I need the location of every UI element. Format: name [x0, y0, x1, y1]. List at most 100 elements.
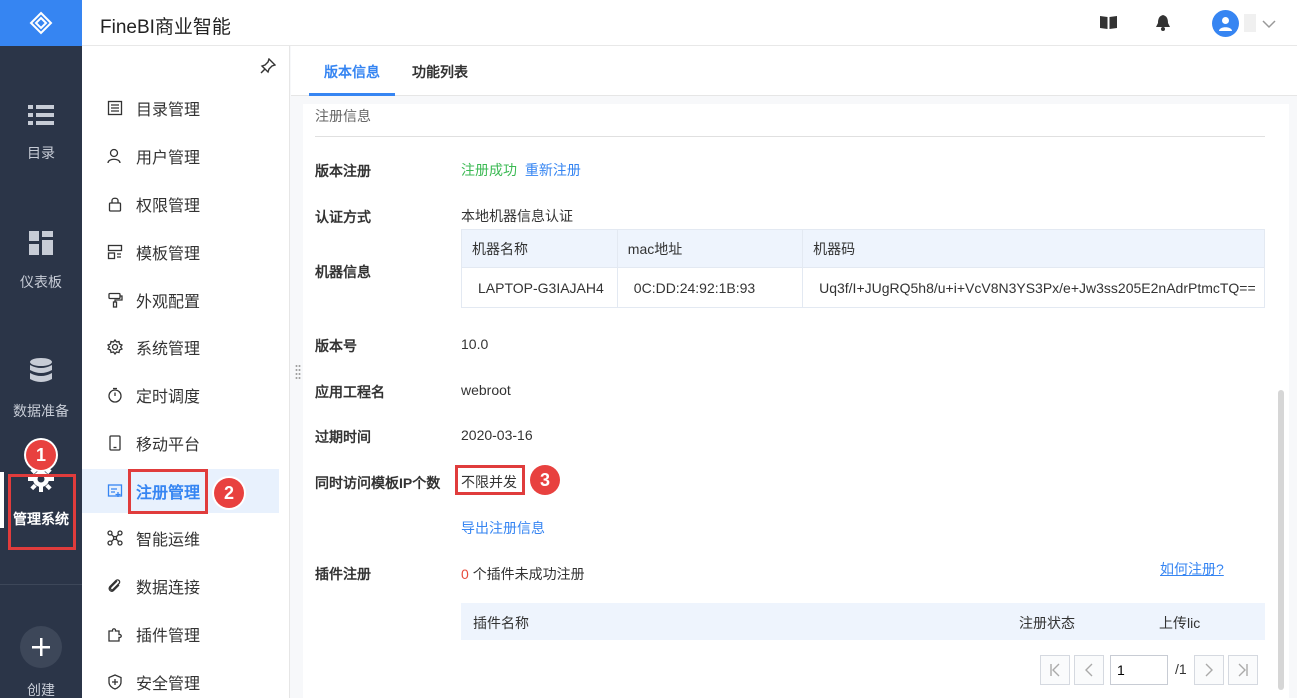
concurrent-label: 同时访问模板IP个数	[315, 475, 441, 491]
prev-page-button[interactable]	[1074, 655, 1104, 685]
create-label: 创建	[27, 682, 55, 698]
mac-address-cell: 0C:DD:24:92:1B:93	[616, 267, 804, 308]
chevron-down-icon[interactable]	[1262, 16, 1276, 32]
step-badge-3: 3	[530, 465, 560, 495]
first-page-icon	[1050, 663, 1060, 677]
chevron-left-icon	[1085, 663, 1093, 677]
reg-status-text: 注册成功	[461, 162, 517, 178]
sidebar-item-schedule[interactable]: 定时调度	[82, 373, 279, 417]
sidebar-item-label: 插件管理	[136, 628, 201, 645]
version-no-label: 版本号	[315, 338, 357, 354]
plugin-fail-count: 0	[461, 566, 469, 582]
settings-icon	[106, 338, 124, 356]
reregister-link[interactable]: 重新注册	[525, 162, 581, 178]
rail-item-label: 数据准备	[13, 402, 69, 419]
sidebar-item-system-mgmt[interactable]: 系统管理	[82, 325, 279, 369]
step-badge-1: 1	[26, 440, 56, 470]
sidebar-item-permission-mgmt[interactable]: 权限管理	[82, 182, 279, 226]
first-page-button[interactable]	[1040, 655, 1070, 685]
mobile-icon	[106, 434, 124, 452]
database-icon	[29, 357, 53, 387]
auth-method-value: 本地机器信息认证	[461, 208, 573, 224]
user-icon	[106, 147, 124, 165]
expire-value: 2020-03-16	[461, 427, 533, 443]
highlight-box-registration	[128, 469, 208, 514]
tab-version-info[interactable]: 版本信息	[309, 46, 395, 96]
auth-method-label: 认证方式	[315, 209, 371, 225]
rail-item-data-prep[interactable]: 数据准备	[0, 334, 82, 444]
sidebar-item-template-mgmt[interactable]: 模板管理	[82, 230, 279, 274]
machine-name-cell: LAPTOP-G3IAJAH4	[461, 267, 618, 308]
chevron-right-icon	[1205, 663, 1213, 677]
book-icon[interactable]	[1100, 15, 1117, 33]
version-reg-value: 注册成功 重新注册	[461, 160, 581, 180]
sidebar-item-label: 定时调度	[136, 389, 201, 406]
section-divider	[315, 136, 1265, 137]
plugin-fail-text: 个插件未成功注册	[472, 566, 585, 582]
resize-handle-icon[interactable]	[295, 364, 301, 383]
rail-item-label: 目录	[27, 144, 55, 161]
app-name-label: 应用工程名	[315, 384, 385, 400]
puzzle-icon	[106, 625, 124, 643]
plugin-table-header: 插件名称 注册状态 上传lic	[461, 603, 1265, 640]
list-icon	[28, 104, 54, 129]
rail-item-catalog[interactable]: 目录	[0, 78, 82, 188]
admin-sidebar: 目录管理 用户管理 权限管理 模板管理 外观配置 系统管理 定时调度 移动平台 …	[82, 46, 290, 698]
sidebar-item-ops[interactable]: 智能运维	[82, 516, 279, 560]
sidebar-item-label: 安全管理	[136, 676, 201, 693]
registration-panel: 注册信息 版本注册 注册成功 重新注册 认证方式 本地机器信息认证 机器信息 机…	[303, 104, 1289, 698]
sidebar-item-label: 外观配置	[136, 294, 201, 311]
table-header: 机器码	[802, 229, 1265, 268]
sidebar-item-catalog-mgmt[interactable]: 目录管理	[82, 86, 279, 130]
version-reg-label: 版本注册	[315, 163, 371, 179]
table-header: 插件名称	[473, 615, 529, 631]
rail-item-dashboard[interactable]: 仪表板	[0, 206, 82, 316]
highlight-box-admin	[8, 474, 76, 550]
machine-info-table: 机器名称 mac地址 机器码 LAPTOP-G3IAJAH4 0C:DD:24:…	[461, 229, 1265, 308]
plus-icon	[32, 638, 50, 656]
version-no-value: 10.0	[461, 336, 489, 352]
create-button[interactable]	[20, 626, 62, 668]
vertical-scrollbar[interactable]	[1278, 390, 1284, 690]
how-to-register-link[interactable]: 如何注册?	[1160, 559, 1224, 579]
sidebar-item-security[interactable]: 安全管理	[82, 660, 279, 698]
tab-feature-list[interactable]: 功能列表	[412, 46, 468, 96]
expire-label: 过期时间	[315, 429, 371, 445]
sidebar-item-user-mgmt[interactable]: 用户管理	[82, 134, 279, 178]
sidebar-item-mobile[interactable]: 移动平台	[82, 421, 279, 465]
page-total: /1	[1175, 661, 1187, 677]
bell-icon[interactable]	[1156, 15, 1170, 34]
rail-divider	[0, 584, 82, 585]
last-page-button[interactable]	[1228, 655, 1258, 685]
sidebar-item-plugin-mgmt[interactable]: 插件管理	[82, 612, 279, 656]
left-rail: 目录 仪表板 数据准备 管理系统 创建	[0, 0, 82, 698]
pin-icon[interactable]	[260, 57, 277, 77]
user-avatar[interactable]	[1212, 10, 1239, 37]
lock-icon	[106, 195, 124, 213]
top-header: FineBI商业智能	[82, 0, 1297, 46]
template-icon	[106, 243, 124, 261]
link-icon	[106, 577, 124, 595]
plugin-reg-value: 0 个插件未成功注册	[461, 564, 585, 584]
export-reg-link[interactable]: 导出注册信息	[461, 518, 545, 538]
plugin-reg-label: 插件注册	[315, 566, 371, 582]
next-page-button[interactable]	[1194, 655, 1224, 685]
sidebar-item-data-connection[interactable]: 数据连接	[82, 564, 279, 608]
registration-icon	[106, 482, 124, 500]
username-placeholder	[1244, 14, 1256, 32]
dashboard-icon	[29, 230, 53, 258]
sidebar-item-label: 目录管理	[136, 102, 201, 119]
sidebar-item-appearance[interactable]: 外观配置	[82, 278, 279, 322]
highlight-box-concurrent	[455, 465, 525, 495]
table-header: 注册状态	[1019, 615, 1075, 631]
rail-item-label: 仪表板	[20, 273, 62, 290]
app-logo[interactable]	[0, 0, 82, 46]
table-header: mac地址	[616, 229, 804, 268]
sidebar-item-label: 移动平台	[136, 437, 201, 454]
page-number-input[interactable]	[1110, 655, 1168, 685]
user-icon	[1219, 17, 1232, 31]
tab-bar: 版本信息 功能列表	[291, 46, 1297, 96]
catalog-icon	[106, 99, 124, 117]
sidebar-item-label: 用户管理	[136, 150, 201, 167]
sidebar-item-label: 模板管理	[136, 246, 201, 263]
